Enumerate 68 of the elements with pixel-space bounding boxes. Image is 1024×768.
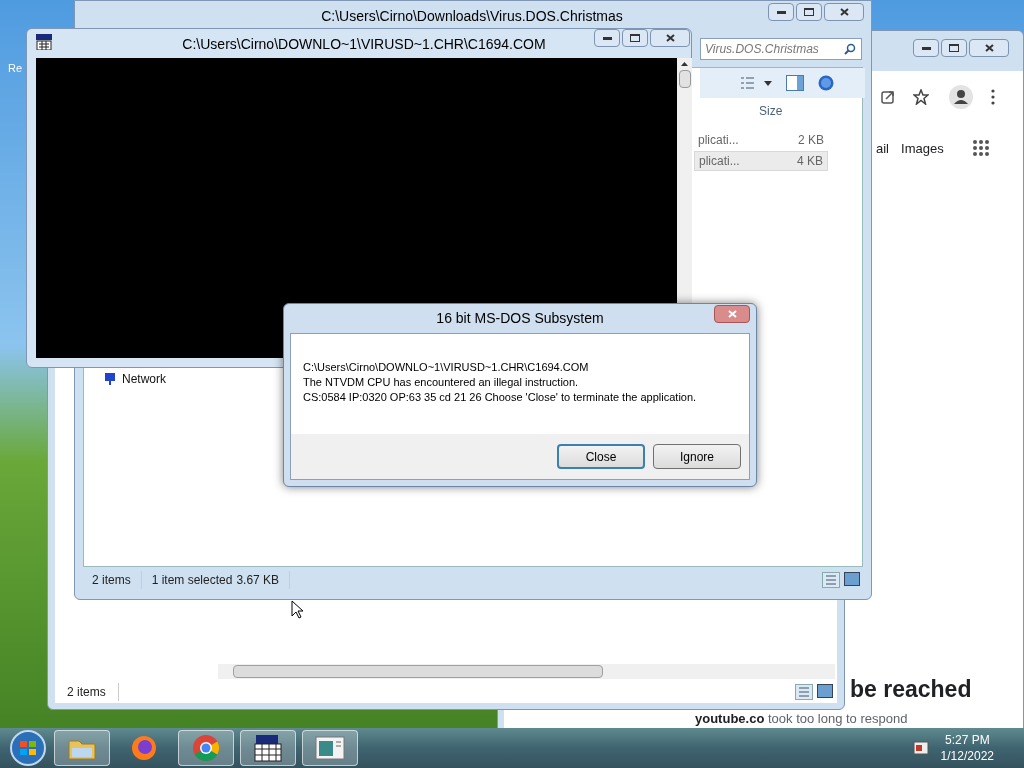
minimize-icon [776,10,786,14]
star-icon[interactable] [913,89,929,105]
message-line: C:\Users\Cirno\DOWNLO~1\VIRUSD~1.CHR\C1694.COM [303,360,590,375]
window-title: C:\Users\Cirno\DOWNLO~1\VIRUSD~1.CHR\C1694.COM [181,35,547,54]
profile-avatar-icon[interactable] [949,85,973,109]
thumbnail-view-icon[interactable] [844,572,860,586]
preview-pane-icon[interactable] [786,75,804,91]
nav-item[interactable]: Network [102,370,166,388]
message-line: CS:0584 IP:0320 OP:63 35 cd 21 26 Choose 'Close' to terminate the application. [303,390,698,405]
file-size: 2 KB [798,132,824,149]
file-row[interactable]: plicati... 2 KB [694,130,828,150]
window-title: C:\Users\Cirno\Downloads\Virus.DOS.Christmas [320,7,624,26]
status-text: 3.67 KB [236,571,291,589]
chrome-icon [192,734,220,762]
file-type: plicati... [699,153,740,170]
close-button[interactable] [714,305,750,323]
thumbnail-view-icon[interactable] [817,684,833,698]
dialog-button[interactable]: Ignore [653,444,741,469]
clock-time[interactable]: 5:27 PM [944,732,990,748]
mouse-cursor-icon [291,600,303,619]
status-text: 2 items [82,571,142,589]
minimize-icon [602,36,612,40]
message-line: The NTVDM CPU has encountered an illegal instruction. [303,375,580,390]
maximize-button[interactable] [796,3,822,21]
close-button[interactable] [824,3,864,21]
maximize-button[interactable] [941,39,967,57]
maximize-icon [630,34,640,42]
error-message: youtube.co took too long to respond [695,711,908,727]
error-heading: be reached [850,675,972,704]
status-text: 2 items [55,683,119,701]
maximize-button[interactable] [622,29,648,47]
header-link[interactable]: Images [901,139,944,159]
minimize-icon [921,46,931,50]
close-icon [665,34,675,42]
share-icon[interactable] [880,89,896,105]
maximize-icon [804,8,814,16]
taskbar-app-button[interactable] [240,730,296,766]
window-icon [315,735,345,761]
search-icon [844,43,856,55]
header-link[interactable]: ail [876,139,889,159]
scrollbar-thumb[interactable] [233,665,603,678]
close-icon [839,8,849,16]
start-button-icon[interactable] [8,728,48,768]
horizontal-scrollbar[interactable] [218,664,835,679]
dialog-button[interactable]: Close [557,444,645,469]
desktop-icon-label: Re [8,61,23,76]
file-type: plicati... [698,132,739,149]
dialog-title: 16 bit MS-DOS Subsystem [435,309,605,328]
clock-date[interactable]: 1/12/2022 [940,748,994,764]
minimize-button[interactable] [913,39,939,57]
close-icon [984,44,994,52]
close-button[interactable] [650,29,690,47]
search-field[interactable]: Virus.DOS.Christmas [700,38,862,60]
scrollbar-thumb[interactable] [678,70,691,88]
view-options-icon[interactable] [740,76,772,90]
file-row[interactable]: plicati... 4 KB [694,151,828,171]
close-icon [727,310,737,318]
minimize-button[interactable] [768,3,794,21]
minimize-button[interactable] [594,29,620,47]
close-button[interactable] [969,39,1009,57]
column-header[interactable]: Size [759,102,783,120]
status-text: 1 item selected [150,572,234,589]
menu-dots-icon[interactable] [990,89,996,105]
file-size: 4 KB [797,153,823,170]
console-app-icon [36,34,52,50]
console-app-icon [253,734,283,762]
apps-grid-icon[interactable] [973,140,989,156]
maximize-icon [949,44,959,52]
